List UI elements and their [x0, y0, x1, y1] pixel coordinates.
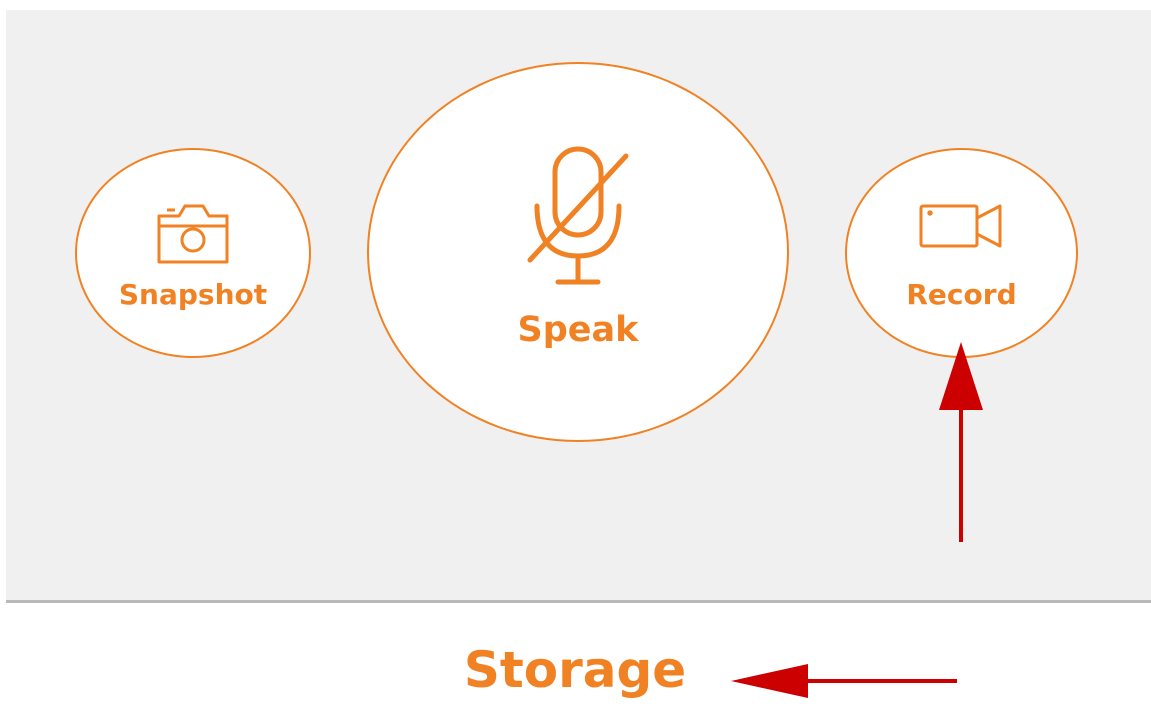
- arrow-to-record: [939, 342, 983, 542]
- annotation-arrows: [731, 342, 983, 698]
- arrow-to-storage: [731, 664, 957, 698]
